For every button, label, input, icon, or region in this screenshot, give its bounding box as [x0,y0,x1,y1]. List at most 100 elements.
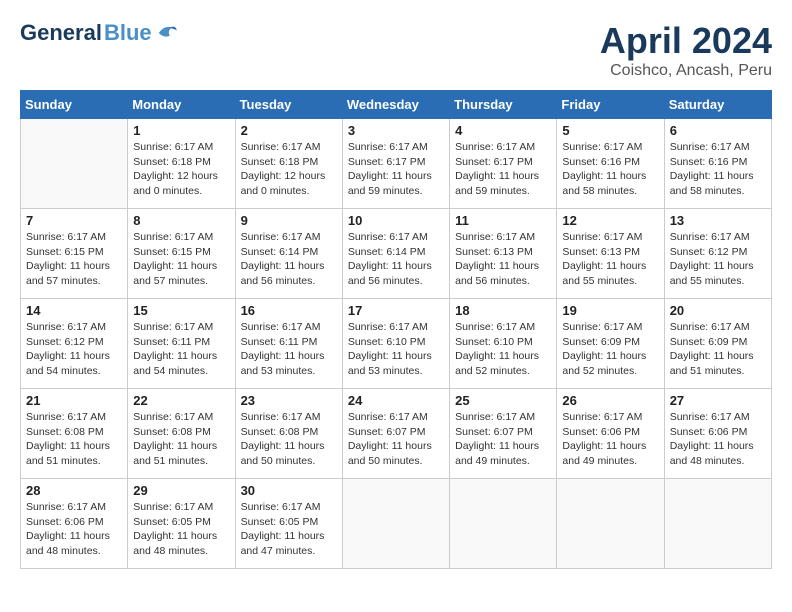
title-block: April 2024 Coishco, Ancash, Peru [600,20,772,80]
day-number: 19 [562,303,658,318]
day-info: Sunrise: 6:17 AMSunset: 6:16 PMDaylight:… [670,140,766,199]
day-info: Sunrise: 6:17 AMSunset: 6:09 PMDaylight:… [562,320,658,379]
day-info: Sunrise: 6:17 AMSunset: 6:11 PMDaylight:… [241,320,337,379]
day-cell: 13 Sunrise: 6:17 AMSunset: 6:12 PMDayligh… [664,209,771,299]
day-cell: 10 Sunrise: 6:17 AMSunset: 6:14 PMDayligh… [342,209,449,299]
day-info: Sunrise: 6:17 AMSunset: 6:06 PMDaylight:… [562,410,658,469]
day-cell: 22 Sunrise: 6:17 AMSunset: 6:08 PMDayligh… [128,389,235,479]
day-number: 15 [133,303,229,318]
day-info: Sunrise: 6:17 AMSunset: 6:09 PMDaylight:… [670,320,766,379]
day-info: Sunrise: 6:17 AMSunset: 6:06 PMDaylight:… [670,410,766,469]
day-cell: 25Sunrise: 6:17 AMSunset: 6:07 PMDayligh… [450,389,557,479]
day-info: Sunrise: 6:17 AMSunset: 6:18 PMDaylight:… [133,140,229,199]
day-number: 17 [348,303,444,318]
day-number: 2 [241,123,337,138]
week-row-1: 1 Sunrise: 6:17 AMSunset: 6:18 PMDaylight… [21,119,772,209]
day-number: 14 [26,303,122,318]
logo-general: General [20,20,102,46]
day-number: 23 [241,393,337,408]
day-cell: 11 Sunrise: 6:17 AMSunset: 6:13 PMDayligh… [450,209,557,299]
day-number: 21 [26,393,122,408]
day-info: Sunrise: 6:17 AMSunset: 6:07 PMDaylight:… [348,410,444,469]
day-number: 18 [455,303,551,318]
day-info: Sunrise: 6:17 AMSunset: 6:10 PMDaylight:… [455,320,551,379]
day-cell: 14 Sunrise: 6:17 AMSunset: 6:12 PMDayligh… [21,299,128,389]
day-number: 4 [455,123,551,138]
page-header: General Blue April 2024 Coishco, Ancash,… [20,20,772,80]
day-number: 3 [348,123,444,138]
day-number: 26 [562,393,658,408]
day-info: Sunrise: 6:17 AMSunset: 6:08 PMDaylight:… [26,410,122,469]
day-number: 8 [133,213,229,228]
day-info: Sunrise: 6:17 AMSunset: 6:17 PMDaylight:… [348,140,444,199]
day-cell: 8 Sunrise: 6:17 AMSunset: 6:15 PMDaylight… [128,209,235,299]
day-info: Sunrise: 6:17 AMSunset: 6:12 PMDaylight:… [26,320,122,379]
day-info: Sunrise: 6:17 AMSunset: 6:15 PMDaylight:… [133,230,229,289]
day-info: Sunrise: 6:17 AMSunset: 6:13 PMDaylight:… [455,230,551,289]
day-number: 28 [26,483,122,498]
day-cell: 21 Sunrise: 6:17 AMSunset: 6:08 PMDayligh… [21,389,128,479]
day-cell [21,119,128,209]
weekday-header-tuesday: Tuesday [235,91,342,119]
day-number: 7 [26,213,122,228]
day-cell: 15Sunrise: 6:17 AMSunset: 6:11 PMDayligh… [128,299,235,389]
day-cell: 16 Sunrise: 6:17 AMSunset: 6:11 PMDayligh… [235,299,342,389]
week-row-3: 14 Sunrise: 6:17 AMSunset: 6:12 PMDayligh… [21,299,772,389]
day-number: 29 [133,483,229,498]
day-cell: 6 Sunrise: 6:17 AMSunset: 6:16 PMDaylight… [664,119,771,209]
day-cell: 28 Sunrise: 6:17 AMSunset: 6:06 PMDayligh… [21,479,128,569]
day-info: Sunrise: 6:17 AMSunset: 6:14 PMDaylight:… [348,230,444,289]
weekday-header-wednesday: Wednesday [342,91,449,119]
day-number: 6 [670,123,766,138]
day-cell: 19 Sunrise: 6:17 AMSunset: 6:09 PMDayligh… [557,299,664,389]
day-info: Sunrise: 6:17 AMSunset: 6:08 PMDaylight:… [133,410,229,469]
week-row-4: 21 Sunrise: 6:17 AMSunset: 6:08 PMDayligh… [21,389,772,479]
day-cell: 5Sunrise: 6:17 AMSunset: 6:16 PMDaylight… [557,119,664,209]
day-cell: 26 Sunrise: 6:17 AMSunset: 6:06 PMDayligh… [557,389,664,479]
day-number: 9 [241,213,337,228]
day-cell: 3 Sunrise: 6:17 AMSunset: 6:17 PMDaylight… [342,119,449,209]
day-number: 27 [670,393,766,408]
logo-blue: Blue [104,20,152,46]
day-cell: 27 Sunrise: 6:17 AMSunset: 6:06 PMDayligh… [664,389,771,479]
day-info: Sunrise: 6:17 AMSunset: 6:18 PMDaylight:… [241,140,337,199]
day-number: 22 [133,393,229,408]
weekday-header-friday: Friday [557,91,664,119]
day-info: Sunrise: 6:17 AMSunset: 6:05 PMDaylight:… [241,500,337,559]
day-cell: 17 Sunrise: 6:17 AMSunset: 6:10 PMDayligh… [342,299,449,389]
day-info: Sunrise: 6:17 AMSunset: 6:14 PMDaylight:… [241,230,337,289]
day-info: Sunrise: 6:17 AMSunset: 6:10 PMDaylight:… [348,320,444,379]
day-cell: 18 Sunrise: 6:17 AMSunset: 6:10 PMDayligh… [450,299,557,389]
day-info: Sunrise: 6:17 AMSunset: 6:07 PMDaylight:… [455,410,551,469]
day-cell [664,479,771,569]
day-info: Sunrise: 6:17 AMSunset: 6:05 PMDaylight:… [133,500,229,559]
day-info: Sunrise: 6:17 AMSunset: 6:08 PMDaylight:… [241,410,337,469]
day-cell: 12 Sunrise: 6:17 AMSunset: 6:13 PMDayligh… [557,209,664,299]
day-number: 12 [562,213,658,228]
day-cell: 4Sunrise: 6:17 AMSunset: 6:17 PMDaylight… [450,119,557,209]
day-cell: 7Sunrise: 6:17 AMSunset: 6:15 PMDaylight… [21,209,128,299]
week-row-2: 7 Sunrise: 6:17 AMSunset: 6:15 PMDaylight… [21,209,772,299]
day-cell [450,479,557,569]
day-number: 20 [670,303,766,318]
day-info: Sunrise: 6:17 AMSunset: 6:12 PMDaylight:… [670,230,766,289]
day-number: 24 [348,393,444,408]
day-number: 11 [455,213,551,228]
day-number: 13 [670,213,766,228]
day-info: Sunrise: 6:17 AMSunset: 6:13 PMDaylight:… [562,230,658,289]
day-cell: 2 Sunrise: 6:17 AMSunset: 6:18 PMDaylight… [235,119,342,209]
day-number: 10 [348,213,444,228]
day-info: Sunrise: 6:17 AMSunset: 6:06 PMDaylight:… [26,500,122,559]
logo: General Blue [20,20,178,46]
weekday-header-thursday: Thursday [450,91,557,119]
day-number: 16 [241,303,337,318]
day-number: 1 [133,123,229,138]
day-cell: 30Sunrise: 6:17 AMSunset: 6:05 PMDayligh… [235,479,342,569]
calendar-subtitle: Coishco, Ancash, Peru [600,62,772,80]
day-cell: 29 Sunrise: 6:17 AMSunset: 6:05 PMDayligh… [128,479,235,569]
day-cell [557,479,664,569]
day-info: Sunrise: 6:17 AMSunset: 6:16 PMDaylight:… [562,140,658,199]
calendar-table: SundayMondayTuesdayWednesdayThursdayFrid… [20,90,772,569]
logo-bird-icon [156,22,178,44]
day-cell [342,479,449,569]
